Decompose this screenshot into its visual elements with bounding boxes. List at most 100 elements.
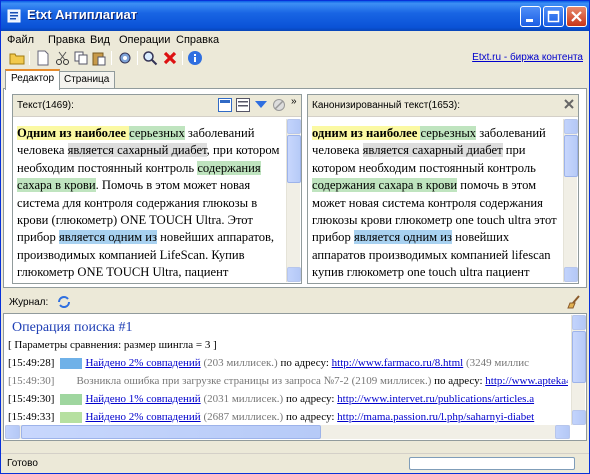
scroll-up-button[interactable] [572,315,586,330]
menu-help[interactable]: Справка [176,34,219,46]
app-icon [7,9,21,23]
canonical-vertical-scrollbar[interactable] [563,119,578,282]
new-doc-icon[interactable] [35,50,51,66]
journal-entry: [15:49:30] Возникла ошибка при загрузке с… [8,372,568,390]
scroll-right-button[interactable] [555,425,570,439]
entry-address-label: по адресу: [277,357,332,369]
journal-header: Журнал: [3,293,587,313]
source-pane-header: Текст(1469): » [13,95,301,117]
menu-bar: Файл Правка Вид Операции Справка [1,31,589,49]
scroll-up-button[interactable] [287,119,301,134]
entry-duration: (2687 миллисек.) [200,411,284,423]
entry-time: [15:49:33] [8,411,55,423]
params-line: [ Параметры сравнения: размер шингла = 3… [8,339,217,351]
close-icon [571,11,582,22]
menu-file[interactable]: Файл [7,34,34,46]
app-window: Etxt Антиплагиат Файл Правка Вид Операци… [0,0,590,474]
cut-icon[interactable] [55,50,71,66]
canonical-pane-header: Канонизированный текст(1653): [308,95,578,117]
tab-editor[interactable]: Редактор [5,69,61,90]
canonical-text-segment: является одним из [353,230,453,245]
source-url-link[interactable]: http://www.intervet.ru/publications/arti… [337,393,534,405]
source-text-segment: Одним из наиболее [17,126,130,140]
match-color-swatch [60,393,83,405]
source-url-link[interactable]: http://www.apteka4 [485,375,568,387]
canonical-pane-title: Канонизированный текст(1653): [312,100,461,111]
more-chevron-icon[interactable]: » [291,96,297,107]
search-icon[interactable] [142,50,158,66]
menu-operations[interactable]: Операции [119,34,170,46]
journal-horizontal-scrollbar[interactable] [5,425,570,439]
entry-address-label: по адресу: [431,375,486,387]
scroll-thumb[interactable] [572,331,586,383]
journal-body: Операция поиска #1 [ Параметры сравнения… [8,316,568,424]
layout-single-icon[interactable] [218,98,232,112]
entry-address-label: по адресу: [283,411,338,423]
source-pane-title: Текст(1469): [17,100,74,111]
entry-duration: (203 миллисек.) [200,357,278,369]
scroll-left-button[interactable] [5,425,20,439]
menu-edit[interactable]: Правка [48,34,85,46]
scroll-up-button[interactable] [564,119,578,134]
source-url-link[interactable]: http://www.farmaco.ru/8.html [332,357,464,369]
etxt-exchange-link[interactable]: Etxt.ru - биржа контента [472,52,583,63]
entry-tail: (3249 миллис [463,357,529,369]
close-pane-icon[interactable] [563,98,575,110]
scroll-thumb[interactable] [21,425,321,439]
entry-address-label: по адресу: [283,393,338,405]
match-color-swatch [60,357,83,369]
status-text: Готово [7,458,38,469]
canonical-text-segment: содержания сахара в крови [312,178,458,193]
canonical-text-segment: серьезных [420,126,477,140]
tab-page[interactable]: Страница [58,71,116,89]
source-text[interactable]: Одним из наиболее серьезных заболеваний … [17,125,285,281]
title-bar[interactable]: Etxt Антиплагиат [1,1,589,31]
journal-label: Журнал: [9,297,49,308]
journal-vertical-scrollbar[interactable] [571,315,586,425]
journal-log: Операция поиска #1 [ Параметры сравнения… [3,313,587,441]
journal-entry: [15:49:30] Найдено 1% совпадений (2031 ми… [8,390,568,408]
layout-split-icon[interactable] [236,98,250,112]
entry-time: [15:49:30] [8,375,55,387]
close-button[interactable] [566,6,587,27]
maximize-icon [547,10,560,23]
operation-title: Операция поиска #1 [12,320,133,335]
match-result-link[interactable]: Найдено 2% совпадений [85,357,200,369]
filter-icon[interactable] [254,98,268,112]
copy-icon[interactable] [73,50,89,66]
scroll-down-button[interactable] [572,410,586,425]
source-vertical-scrollbar[interactable] [286,119,301,282]
source-url-link[interactable]: http://mama.passion.ru/l.php/saharnyi-di… [337,411,534,423]
settings-icon[interactable] [117,50,133,66]
scroll-thumb[interactable] [287,135,301,183]
source-text-pane: Текст(1469): » Одним из наиболее серьезн… [12,94,302,284]
minimize-button[interactable] [520,6,541,27]
window-title: Etxt Антиплагиат [27,7,138,22]
menu-view[interactable]: Вид [90,34,110,46]
disabled-icon[interactable] [272,98,286,112]
source-text-segment: является одним из [58,230,158,245]
editor-panel: Текст(1469): » Одним из наиболее серьезн… [3,88,587,288]
match-result-link[interactable]: Найдено 2% совпадений [85,411,200,423]
scroll-thumb[interactable] [564,135,578,177]
refresh-icon[interactable] [57,295,71,309]
maximize-button[interactable] [543,6,564,27]
toolbar: Etxt.ru - биржа контента [1,49,589,67]
canonical-text-segment: является сахарный диабет [362,143,503,158]
match-result-link[interactable]: Найдено 1% совпадений [85,393,200,405]
minimize-icon [526,19,533,22]
paste-icon[interactable] [91,50,107,66]
source-text-segment: является сахарный диабет [67,143,207,158]
clear-broom-icon[interactable] [567,295,581,309]
journal-entry: [15:49:33] Найдено 2% совпадений (2687 ми… [8,408,568,424]
entry-duration: (2031 миллисек.) [200,393,284,405]
info-icon[interactable] [187,50,203,66]
open-folder-icon[interactable] [9,50,25,66]
stop-icon[interactable] [162,50,178,66]
scroll-down-button[interactable] [287,267,301,282]
canonical-text[interactable]: одним из наиболее серьезных заболеваний … [312,125,562,281]
status-bar: Готово [1,453,589,473]
entry-time: [15:49:30] [8,393,55,405]
scroll-down-button[interactable] [564,267,578,282]
source-text-segment: серьезных [129,126,185,140]
